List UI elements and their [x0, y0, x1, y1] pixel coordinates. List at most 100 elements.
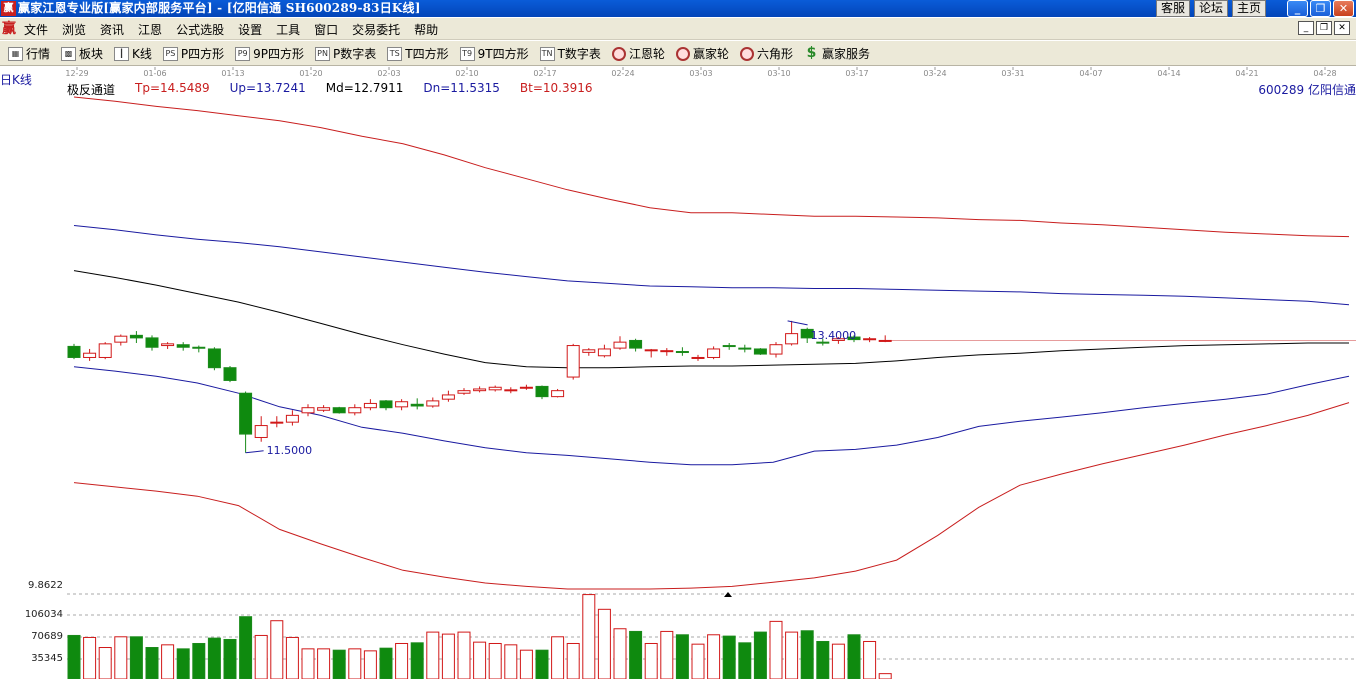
- toolbar-item-label: P数字表: [333, 47, 377, 61]
- candle-body: [129, 334, 143, 339]
- toolbar-item-label: P四方形: [180, 47, 225, 61]
- date-tick-label: 03-03: [689, 69, 712, 78]
- menu-item-2[interactable]: 资讯: [100, 21, 124, 38]
- volume-bar: [145, 647, 159, 679]
- menu-item-0[interactable]: 文件: [24, 21, 48, 38]
- volume-bar: [473, 641, 487, 679]
- close-button[interactable]: ✕: [1333, 0, 1354, 17]
- volume-tick-2: 70689: [31, 631, 63, 642]
- toolbar-item-label: 江恩轮: [628, 47, 665, 61]
- toolbar-item-4[interactable]: P9 9P四方形: [235, 45, 304, 62]
- customer-service-link[interactable]: 客服: [1156, 0, 1190, 17]
- volume-bar: [348, 648, 362, 679]
- indicator-bt: Bt=10.3916: [519, 81, 593, 95]
- toolbar-item-label: T四方形: [405, 47, 449, 61]
- channel-line-up: [73, 225, 1350, 306]
- toolbar-item-5[interactable]: PN P数字表: [315, 45, 376, 62]
- period-label: 日K线: [0, 73, 32, 87]
- toolbar-item-8[interactable]: TN T数字表: [539, 45, 601, 62]
- date-tick-label: 02-10: [455, 69, 478, 78]
- date-tick-label: 04-07: [1079, 69, 1102, 78]
- volume-bar: [410, 642, 424, 679]
- toolbar-item-10[interactable]: 赢家轮: [675, 45, 729, 62]
- volume-bar: [161, 644, 175, 679]
- volume-bar: [317, 648, 331, 679]
- toolbar-item-0[interactable]: ▦ 行情: [8, 45, 50, 62]
- volume-bar: [192, 642, 206, 679]
- doc-restore-button[interactable]: ❐: [1316, 21, 1332, 35]
- menu-item-5[interactable]: 设置: [238, 21, 262, 38]
- candle-body: [504, 389, 518, 392]
- low-marker-label: 11.5000: [267, 444, 313, 457]
- cursor-marker-icon: [724, 592, 732, 597]
- volume-bar: [285, 636, 299, 679]
- doc-minimize-button[interactable]: _: [1298, 21, 1314, 35]
- candle-body: [363, 402, 377, 409]
- toolbar-item-9[interactable]: 江恩轮: [611, 45, 665, 62]
- menu-item-1[interactable]: 浏览: [62, 21, 86, 38]
- volume-bar: [691, 643, 705, 679]
- homepage-link[interactable]: 主页: [1232, 0, 1266, 17]
- candle-body: [395, 401, 409, 408]
- app-icon[interactable]: 赢: [1, 1, 16, 16]
- candle-body: [488, 386, 502, 391]
- candle-body: [285, 414, 299, 423]
- candle-body: [145, 337, 159, 348]
- minimize-button[interactable]: _: [1287, 0, 1308, 17]
- title-bar: 赢 赢家江恩专业版[赢家内部服务平台] - [亿阳信通 SH600289-83日…: [0, 0, 1356, 17]
- p9-icon: P9: [235, 46, 251, 61]
- date-tick-label: 03-31: [1001, 69, 1024, 78]
- menu-item-8[interactable]: 交易委托: [352, 21, 400, 38]
- kline-chart[interactable]: 12-29 01-06 01-13 01-20 02-03 02-10 02-17 02-24…: [0, 67, 1356, 679]
- doc-close-button[interactable]: ✕: [1334, 21, 1350, 35]
- volume-bar: [878, 673, 892, 679]
- toolbar-item-3[interactable]: PS P四方形: [162, 45, 225, 62]
- volume-bar: [629, 630, 643, 679]
- app-logo-icon[interactable]: 赢: [0, 21, 18, 37]
- volume-bar: [644, 642, 658, 679]
- volume-bar: [98, 647, 112, 679]
- window-title: 赢家江恩专业版[赢家内部服务平台] - [亿阳信通 SH600289-83日K线…: [18, 1, 421, 15]
- volume-bar: [769, 620, 783, 679]
- menu-item-6[interactable]: 工具: [276, 21, 300, 38]
- toolbar-item-1[interactable]: ▩ 板块: [61, 45, 103, 62]
- candle-body: [192, 346, 206, 349]
- volume-bar: [301, 648, 315, 679]
- date-tick-label: 02-03: [377, 69, 400, 78]
- volume-bar: [239, 616, 253, 679]
- toolbar-item-11[interactable]: 六角形: [739, 45, 793, 62]
- date-tick-label: 04-21: [1235, 69, 1258, 78]
- toolbar-item-12[interactable]: $ 赢家服务: [804, 45, 870, 62]
- toolbar-item-6[interactable]: TS T四方形: [387, 45, 449, 62]
- volume-bar: [722, 635, 736, 679]
- restore-button[interactable]: ❐: [1310, 0, 1331, 17]
- menu-item-9[interactable]: 帮助: [414, 21, 438, 38]
- candle-body: [878, 339, 892, 342]
- menu-items: 文件 浏览 资讯 江恩 公式选股 设置 工具 窗口 交易委托 帮助: [24, 18, 452, 40]
- volume-bar: [707, 634, 721, 679]
- volume-bar: [129, 636, 143, 679]
- menu-item-3[interactable]: 江恩: [138, 21, 162, 38]
- toolbar-item-7[interactable]: T9 9T四方形: [459, 45, 529, 62]
- candle-body: [769, 344, 783, 355]
- candle-body: [441, 394, 455, 400]
- candle-body: [473, 388, 487, 392]
- candle-body: [644, 349, 658, 352]
- ps-icon: PS: [162, 46, 178, 61]
- volume-bar: [176, 648, 190, 679]
- candle-body: [223, 367, 237, 381]
- volume-bar: [207, 637, 221, 679]
- date-tick-label: 02-24: [611, 69, 634, 78]
- candle-body: [161, 343, 175, 347]
- chart-canvas[interactable]: 12-29 01-06 01-13 01-20 02-03 02-10 02-17 02-24…: [0, 67, 1356, 679]
- menu-item-4[interactable]: 公式选股: [176, 21, 224, 38]
- volume-bar: [395, 642, 409, 679]
- candle-body: [675, 351, 689, 354]
- menu-item-7[interactable]: 窗口: [314, 21, 338, 38]
- volume-bar: [254, 634, 268, 679]
- toolbar-item-2[interactable]: ┃ K线: [114, 45, 152, 62]
- volume-bar: [847, 634, 861, 679]
- candle-body: [426, 400, 440, 407]
- blocks-icon: ▩: [61, 46, 77, 61]
- forum-link[interactable]: 论坛: [1194, 0, 1228, 17]
